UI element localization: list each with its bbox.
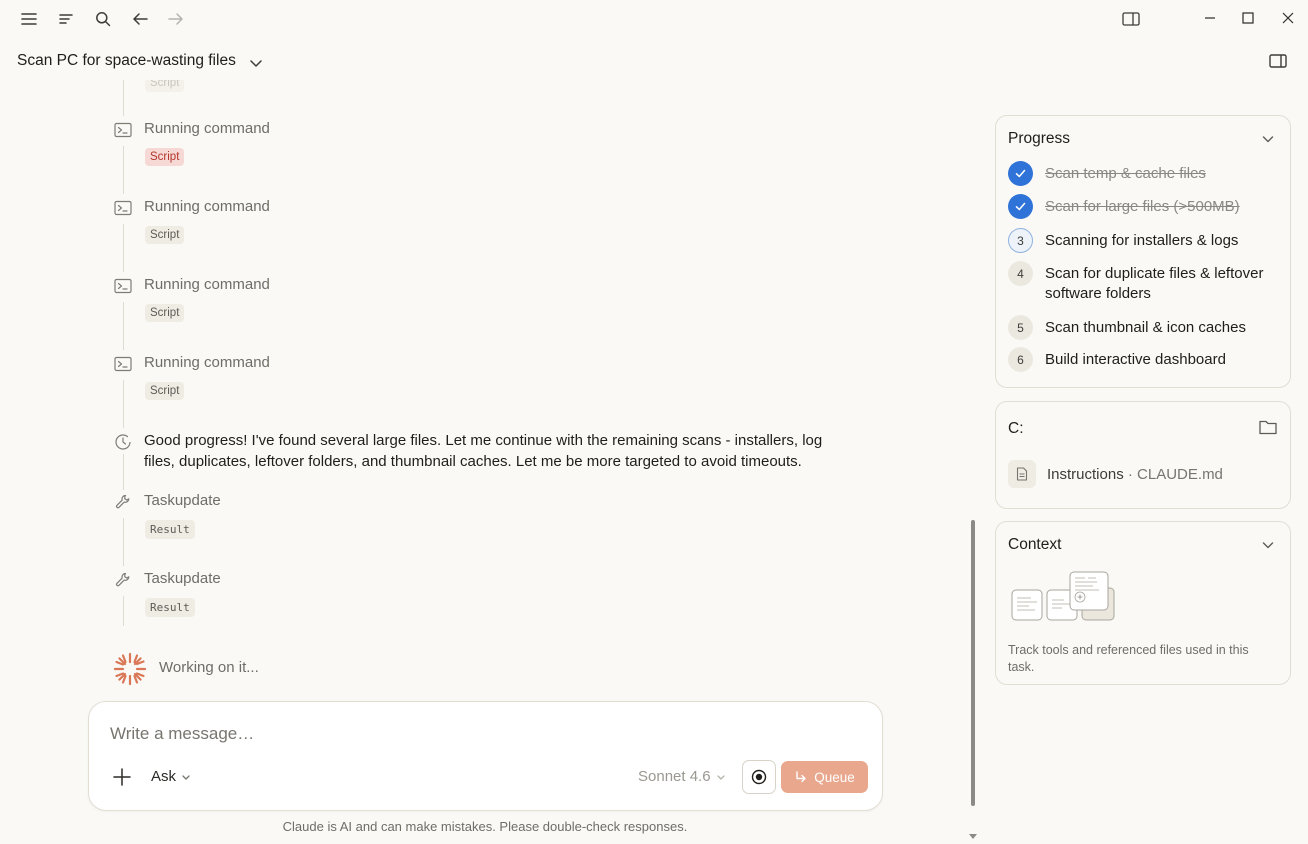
tool-result-chip[interactable]: Result bbox=[145, 520, 195, 539]
close-icon[interactable] bbox=[1276, 6, 1300, 30]
timeline-connector bbox=[123, 80, 124, 116]
panel-toggle-icon[interactable] bbox=[1268, 52, 1288, 72]
check-icon bbox=[1008, 161, 1033, 186]
chevron-down-icon bbox=[180, 771, 192, 783]
step-number-badge: 3 bbox=[1008, 228, 1033, 253]
model-selector[interactable]: Sonnet 4.6 bbox=[638, 768, 727, 785]
mode-label: Ask bbox=[151, 768, 177, 785]
wrench-icon bbox=[110, 568, 136, 592]
context-illustration bbox=[1010, 570, 1120, 626]
search-icon[interactable] bbox=[92, 8, 114, 30]
file-separator: · bbox=[1123, 465, 1138, 483]
working-folder-card: C: Instructions · CLAUDE.md bbox=[995, 401, 1291, 509]
back-arrow-icon[interactable] bbox=[129, 8, 151, 30]
step-title: Running command bbox=[144, 198, 270, 215]
chevron-down-icon bbox=[715, 771, 727, 783]
sidebar-list-icon[interactable] bbox=[55, 8, 77, 30]
tool-output-chip[interactable]: Script bbox=[145, 80, 185, 92]
terminal-icon bbox=[110, 118, 136, 142]
minimize-icon[interactable] bbox=[1198, 6, 1222, 30]
chevron-down-icon[interactable] bbox=[247, 54, 265, 72]
timeline-connector bbox=[123, 380, 124, 428]
progress-item-label: Scan for duplicate files & leftover soft… bbox=[1045, 265, 1264, 302]
mode-selector[interactable]: Ask bbox=[151, 768, 192, 785]
step-title: Running command bbox=[144, 120, 270, 137]
model-label: Sonnet 4.6 bbox=[638, 768, 711, 785]
disclaimer-text: Claude is AI and can make mistakes. Plea… bbox=[282, 819, 688, 834]
working-text: Working on it... bbox=[159, 659, 259, 676]
tool-output-chip[interactable]: Script bbox=[145, 382, 185, 400]
progress-title: Progress bbox=[1008, 130, 1071, 147]
progress-card: Progress Scan temp & cache files Scan fo… bbox=[995, 115, 1291, 388]
instructions-file-row[interactable]: Instructions · CLAUDE.md bbox=[1008, 460, 1223, 488]
step-number-badge: 5 bbox=[1008, 315, 1033, 340]
timeline-connector bbox=[123, 146, 124, 194]
folder-icon[interactable] bbox=[1258, 418, 1278, 436]
timeline-connector bbox=[123, 224, 124, 272]
timeline-connector bbox=[123, 302, 124, 350]
conversation-title[interactable]: Scan PC for space-wasting files bbox=[17, 52, 236, 70]
terminal-icon bbox=[110, 274, 136, 298]
tool-output-chip[interactable]: Script bbox=[145, 304, 185, 322]
scroll-down-arrow-icon[interactable] bbox=[969, 834, 977, 839]
step-title: Running command bbox=[144, 354, 270, 371]
add-attachment-button[interactable] bbox=[111, 766, 133, 788]
forward-arrow-icon[interactable] bbox=[165, 8, 187, 30]
document-icon bbox=[1008, 460, 1036, 488]
progress-item-label: Scanning for installers & logs bbox=[1045, 232, 1239, 249]
tool-output-chip[interactable]: Script bbox=[145, 148, 185, 166]
assistant-message: Good progress! I've found several large … bbox=[144, 432, 823, 470]
conversation-header: Scan PC for space-wasting files bbox=[0, 44, 1308, 80]
step-title: Taskupdate bbox=[144, 570, 221, 587]
context-title: Context bbox=[1008, 536, 1062, 553]
stop-button[interactable] bbox=[742, 760, 776, 794]
progress-item-label: Build interactive dashboard bbox=[1045, 351, 1226, 368]
menu-icon[interactable] bbox=[18, 8, 40, 30]
progress-item-label: Scan for large files (>500MB) bbox=[1045, 198, 1240, 215]
drive-title: C: bbox=[1008, 420, 1024, 437]
chevron-down-icon[interactable] bbox=[1260, 537, 1276, 553]
file-name: CLAUDE.md bbox=[1137, 465, 1223, 483]
progress-item-label: Scan temp & cache files bbox=[1045, 165, 1206, 182]
enter-arrow-icon bbox=[794, 770, 808, 784]
step-title: Taskupdate bbox=[144, 492, 221, 509]
terminal-icon bbox=[110, 352, 136, 376]
chevron-down-icon[interactable] bbox=[1260, 131, 1276, 147]
queue-button[interactable]: Queue bbox=[781, 761, 868, 793]
tool-result-chip[interactable]: Result bbox=[145, 598, 195, 617]
progress-item-label: Scan thumbnail & icon caches bbox=[1045, 319, 1246, 336]
file-label: Instructions bbox=[1047, 465, 1124, 483]
tool-output-chip[interactable]: Script bbox=[145, 226, 185, 244]
context-card: Context Track tools and referenced files… bbox=[995, 521, 1291, 685]
step-number-badge: 4 bbox=[1008, 261, 1033, 286]
message-composer: Ask Sonnet 4.6 Queue bbox=[88, 701, 883, 811]
conversation-timeline: Script Running command Script Running co… bbox=[0, 80, 960, 700]
check-icon bbox=[1008, 194, 1033, 219]
spinner-icon bbox=[112, 651, 148, 687]
timeline-connector bbox=[123, 518, 124, 566]
step-title: Running command bbox=[144, 276, 270, 293]
message-input[interactable] bbox=[110, 724, 610, 744]
title-bar bbox=[0, 0, 1308, 38]
clock-icon bbox=[110, 430, 136, 454]
timeline-connector bbox=[123, 454, 124, 490]
queue-label: Queue bbox=[814, 769, 855, 785]
maximize-icon[interactable] bbox=[1236, 6, 1260, 30]
context-description: Track tools and referenced files used in… bbox=[1008, 643, 1249, 674]
timeline-connector bbox=[123, 596, 124, 626]
stop-icon bbox=[751, 769, 767, 785]
step-number-badge: 6 bbox=[1008, 347, 1033, 372]
split-view-icon[interactable] bbox=[1120, 8, 1142, 30]
wrench-icon bbox=[110, 490, 136, 514]
terminal-icon bbox=[110, 196, 136, 220]
scrollbar-thumb[interactable] bbox=[971, 520, 975, 806]
